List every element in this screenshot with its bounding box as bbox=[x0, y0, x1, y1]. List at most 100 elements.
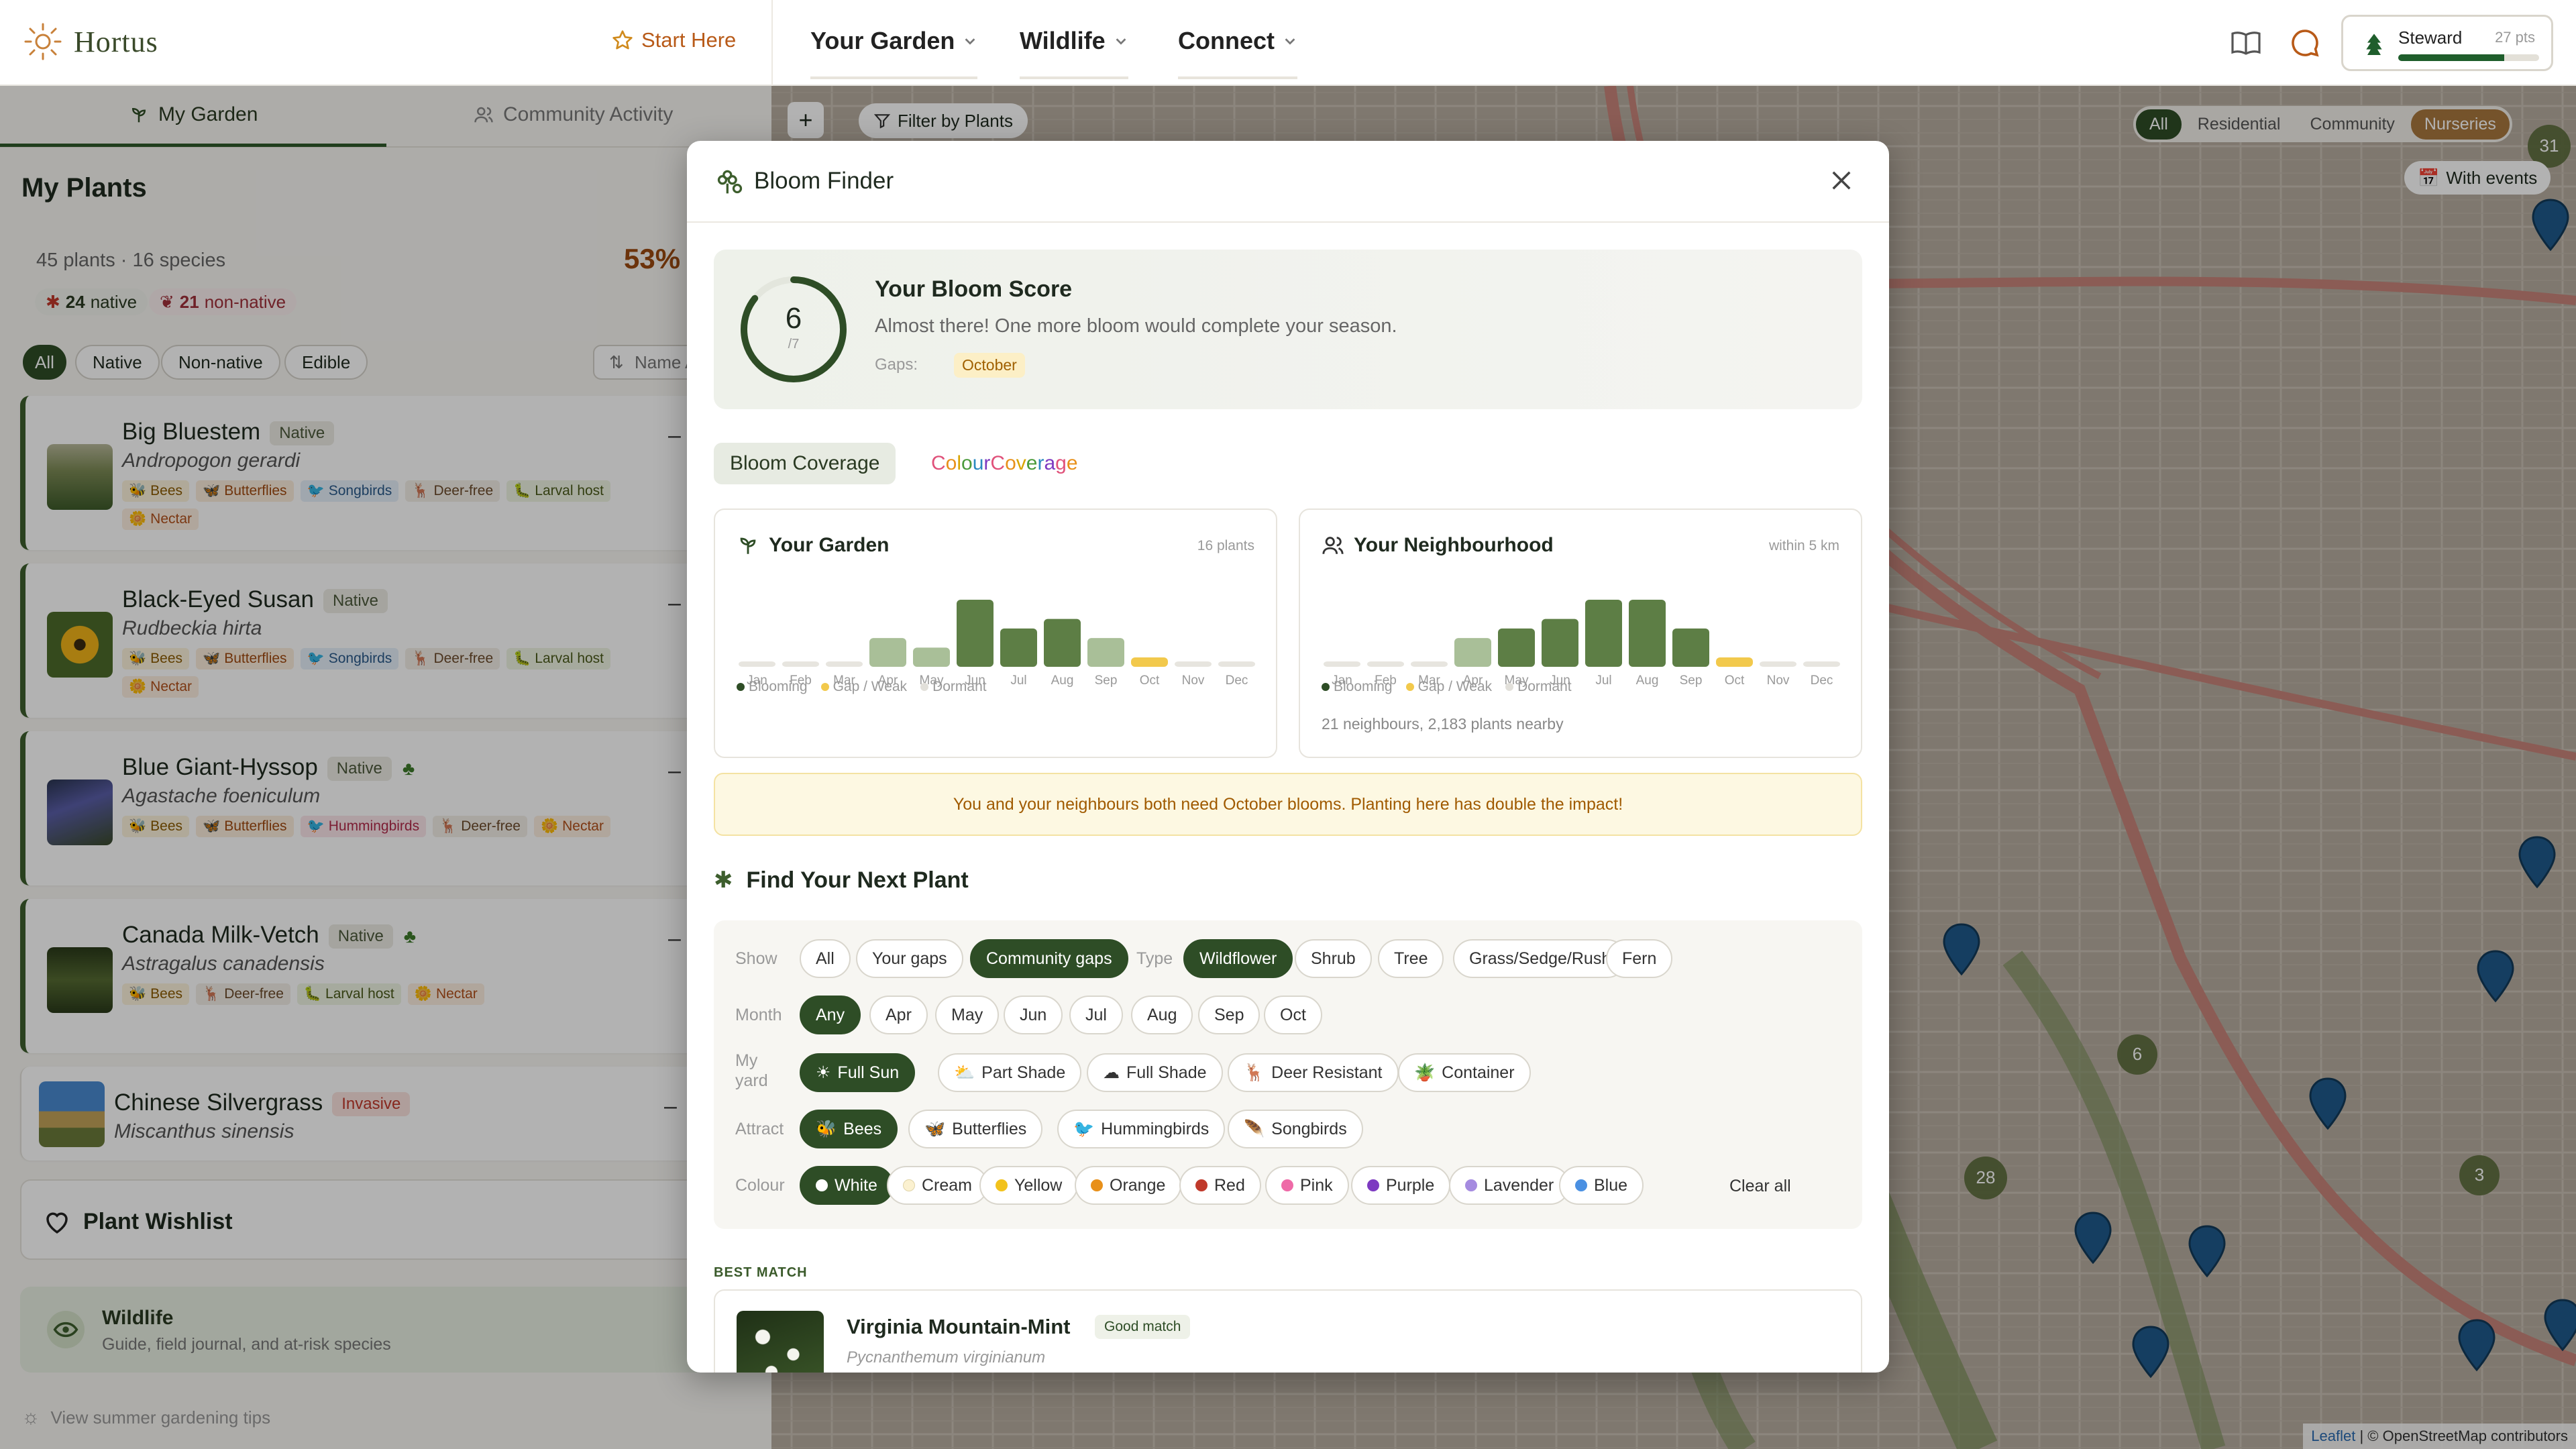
month-oct[interactable]: Oct bbox=[1264, 996, 1322, 1034]
show-your-gaps[interactable]: Your gaps bbox=[856, 939, 963, 978]
nav-your-garden[interactable]: Your Garden bbox=[810, 27, 978, 79]
butterfly-icon: 🦋 bbox=[924, 1119, 946, 1138]
bloom-bar-apr bbox=[1454, 638, 1491, 667]
show-all[interactable]: All bbox=[800, 939, 851, 978]
colour-lavender[interactable]: Lavender bbox=[1449, 1166, 1570, 1205]
type-wildflower[interactable]: Wildflower bbox=[1183, 939, 1293, 978]
filter-label-show: Show bbox=[735, 949, 777, 968]
month-sep[interactable]: Sep bbox=[1198, 996, 1260, 1034]
month-any[interactable]: Any bbox=[800, 996, 861, 1034]
close-icon[interactable] bbox=[1827, 166, 1856, 195]
steward-progress bbox=[2398, 54, 2539, 61]
bloom-score-ring: 6 /7 bbox=[739, 275, 848, 384]
colour-yellow[interactable]: Yellow bbox=[979, 1166, 1079, 1205]
garden-bloom-chart: Jan Feb Mar Apr May Jun Jul Aug Sep Oct Nov Dec bbox=[739, 600, 1255, 688]
bloom-bar-dec bbox=[1218, 661, 1255, 667]
best-match-name: Virginia Mountain-Mint bbox=[847, 1315, 1071, 1338]
sprout-icon bbox=[740, 537, 756, 554]
nav-connect[interactable]: Connect bbox=[1178, 27, 1297, 79]
month-jul[interactable]: Jul bbox=[1069, 996, 1123, 1034]
book-icon[interactable] bbox=[2230, 27, 2262, 59]
show-community-gaps[interactable]: Community gaps bbox=[970, 939, 1128, 978]
yard-deer-resistant[interactable]: 🦌 Deer Resistant bbox=[1228, 1053, 1399, 1092]
colour-red[interactable]: Red bbox=[1179, 1166, 1261, 1205]
nav-underline bbox=[1020, 76, 1128, 79]
bee-icon: 🐝 bbox=[816, 1119, 837, 1138]
colour-cream[interactable]: Cream bbox=[887, 1166, 989, 1205]
brand-logo[interactable]: Hortus bbox=[21, 20, 158, 63]
type-tree[interactable]: Tree bbox=[1378, 939, 1444, 978]
start-here-label: Start Here bbox=[641, 28, 737, 52]
chat-icon[interactable] bbox=[2289, 27, 2321, 59]
clear-all-button[interactable]: Clear all bbox=[1729, 1177, 1791, 1196]
month-aug[interactable]: Aug bbox=[1131, 996, 1193, 1034]
yard-full-sun[interactable]: ☀ Full Sun bbox=[800, 1053, 916, 1092]
colour-dot bbox=[903, 1179, 915, 1191]
colour-blue[interactable]: Blue bbox=[1559, 1166, 1644, 1205]
neighbourhood-bloom-chart: Jan Feb Mar Apr May Jun Jul Aug Sep Oct Nov Dec bbox=[1324, 600, 1840, 688]
bloom-score-subtitle: Almost there! One more bloom would compl… bbox=[875, 315, 1397, 337]
bloom-bar-may bbox=[1498, 628, 1535, 667]
bloom-bar-nov bbox=[1760, 661, 1796, 667]
start-here-link[interactable]: Start Here bbox=[612, 28, 736, 52]
plant-photo bbox=[737, 1311, 824, 1373]
tree-icon bbox=[2366, 34, 2382, 55]
tab-bloom-coverage[interactable]: Bloom Coverage bbox=[714, 443, 896, 484]
community-gap-alert: You and your neighbours both need Octobe… bbox=[714, 773, 1862, 836]
yard-container[interactable]: 🪴 Container bbox=[1398, 1053, 1531, 1092]
brand-name: Hortus bbox=[74, 25, 158, 58]
bloom-bar-feb bbox=[782, 661, 819, 667]
yard-part-shade[interactable]: ⛅ Part Shade bbox=[938, 1053, 1082, 1092]
best-match-label: BEST MATCH bbox=[714, 1265, 808, 1280]
steward-title: Steward bbox=[2398, 28, 2463, 48]
type-shrub[interactable]: Shrub bbox=[1295, 939, 1372, 978]
bloom-score-card: 6 /7 Your Bloom Score Almost there! One … bbox=[714, 250, 1862, 409]
month-tick-label: Dec bbox=[1811, 674, 1833, 688]
attract-bees[interactable]: 🐝 Bees bbox=[800, 1110, 898, 1148]
colour-dot bbox=[1281, 1179, 1293, 1191]
steward-level-badge[interactable]: Steward 27 pts bbox=[2341, 15, 2553, 71]
yard-full-shade[interactable]: ☁ Full Shade bbox=[1087, 1053, 1223, 1092]
month-tick-label: Aug bbox=[1051, 674, 1074, 688]
bloom-bar-nov bbox=[1175, 661, 1212, 667]
panel-meta: within 5 km bbox=[1768, 538, 1839, 553]
colour-pink[interactable]: Pink bbox=[1265, 1166, 1349, 1205]
tab-colour-coverage[interactable]: Colour Coverage bbox=[915, 443, 1094, 484]
type-grass[interactable]: Grass/Sedge/Rush bbox=[1453, 939, 1627, 978]
bloom-bar-sep bbox=[1087, 638, 1124, 667]
colour-purple[interactable]: Purple bbox=[1351, 1166, 1451, 1205]
month-tick-label: Nov bbox=[1767, 674, 1790, 688]
colour-dot bbox=[816, 1179, 828, 1191]
gaps-label: Gaps: bbox=[875, 356, 918, 374]
top-header: Hortus Start Here Your Garden Wildlife C… bbox=[0, 0, 2576, 86]
legend-dormant: Dormant bbox=[920, 679, 987, 695]
cloud-icon: ☁ bbox=[1103, 1063, 1120, 1082]
filter-label-month: Month bbox=[735, 1006, 782, 1024]
colour-dot bbox=[1465, 1179, 1477, 1191]
attract-songbirds[interactable]: 🪶 Songbirds bbox=[1228, 1110, 1363, 1148]
month-tick-label: Sep bbox=[1680, 674, 1703, 688]
garden-bloom-panel: Your Garden 16 plants Jan Feb Mar Apr May Jun… bbox=[714, 508, 1277, 758]
bloom-bar-aug bbox=[1629, 600, 1666, 667]
best-match-card[interactable]: Virginia Mountain-Mint Good match Pycnan… bbox=[714, 1289, 1862, 1373]
attract-hummingbirds[interactable]: 🐦 Hummingbirds bbox=[1057, 1110, 1226, 1148]
month-jun[interactable]: Jun bbox=[1004, 996, 1063, 1034]
month-may[interactable]: May bbox=[935, 996, 1000, 1034]
steward-points: 27 pts bbox=[2495, 29, 2535, 46]
nav-label: Connect bbox=[1178, 27, 1275, 54]
type-fern[interactable]: Fern bbox=[1606, 939, 1673, 978]
month-tick-label: Oct bbox=[1140, 674, 1160, 688]
sun-icon: ☀ bbox=[816, 1063, 831, 1082]
feather-icon: 🪶 bbox=[1244, 1119, 1265, 1138]
colour-dot bbox=[996, 1179, 1008, 1191]
month-apr[interactable]: Apr bbox=[869, 996, 928, 1034]
sun-logo-icon bbox=[21, 20, 64, 63]
month-tick-label: Aug bbox=[1636, 674, 1659, 688]
filter-label-colour: Colour bbox=[735, 1176, 785, 1195]
attract-butterflies[interactable]: 🦋 Butterflies bbox=[908, 1110, 1043, 1148]
nav-wildlife[interactable]: Wildlife bbox=[1020, 27, 1128, 79]
colour-orange[interactable]: Orange bbox=[1075, 1166, 1182, 1205]
legend-gap: Gap / Weak bbox=[820, 679, 907, 695]
bloom-bar-jan bbox=[1324, 661, 1360, 667]
colour-white[interactable]: White bbox=[800, 1166, 894, 1205]
